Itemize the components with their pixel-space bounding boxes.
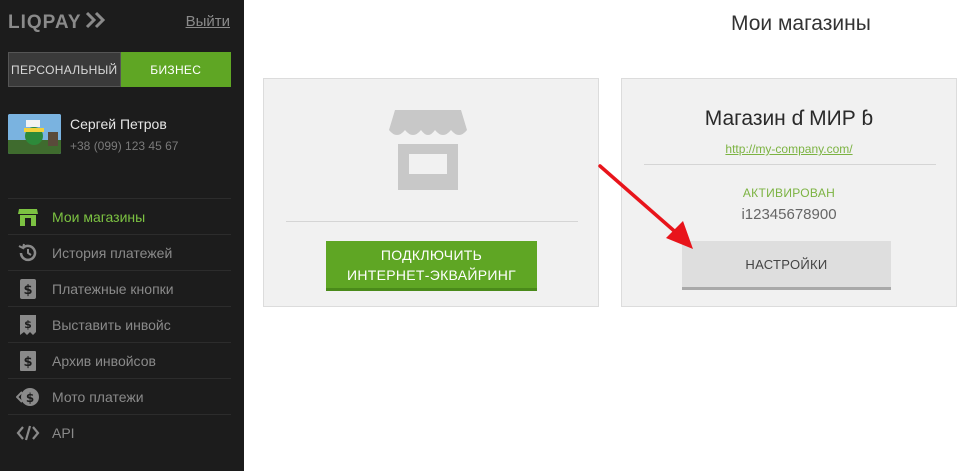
liqpay-logo[interactable]: LIQPAY [8, 11, 107, 34]
moto-payment-icon: $ [14, 385, 42, 409]
sidebar-item-payment-history[interactable]: История платежей [8, 234, 231, 270]
shop-status-badge: АКТИВИРОВАН [742, 186, 836, 200]
shop-settings-button[interactable]: НАСТРОЙКИ [682, 241, 891, 290]
card-divider [644, 164, 936, 165]
sidebar-nav: Мои магазины История платежей $ Платежны… [8, 198, 231, 450]
shop-name: Магазин ɗ МИР ɓ [704, 107, 874, 130]
sidebar-item-label: Платежные кнопки [52, 280, 174, 297]
avatar[interactable] [8, 114, 61, 154]
store-icon [14, 205, 42, 229]
store-icon [387, 106, 469, 195]
invoice-icon: $ [14, 313, 42, 337]
sidebar-item-invoice-archive[interactable]: $ Архив инвойсов [8, 342, 231, 378]
mode-business-button[interactable]: БИЗНЕС [120, 52, 231, 87]
profile-phone: +38 (099) 123 45 67 [70, 139, 179, 153]
invoice-archive-icon: $ [14, 349, 42, 373]
sidebar-item-my-stores[interactable]: Мои магазины [8, 198, 231, 234]
code-icon [14, 421, 42, 445]
sidebar-item-label: История платежей [52, 244, 173, 261]
logout-link[interactable]: Выйти [186, 13, 230, 30]
shop-card: Магазин ɗ МИР ɓ http://my-company.com/ А… [621, 78, 957, 307]
shop-url-link[interactable]: http://my-company.com/ [622, 142, 956, 156]
sidebar-item-label: Архив инвойсов [52, 352, 156, 369]
sidebar-item-create-invoice[interactable]: $ Выставить инвойс [8, 306, 231, 342]
card-divider [286, 221, 578, 222]
sidebar-item-label: Мото платежи [52, 388, 144, 405]
svg-text:$: $ [23, 355, 32, 370]
sidebar-item-label: Выставить инвойс [52, 316, 171, 333]
connect-button-line1: ПОДКЛЮЧИТЬ [380, 247, 483, 263]
svg-text:$: $ [26, 391, 34, 405]
sidebar-item-label: API [52, 424, 75, 441]
sidebar-item-moto-payments[interactable]: $ Мото платежи [8, 378, 231, 414]
page-title: Мои магазины [731, 12, 871, 35]
profile-name: Сергей Петров [70, 116, 167, 132]
sidebar: LIQPAY Выйти ПЕРСОНАЛЬНЫЙ БИЗНЕС Сергей … [0, 0, 244, 471]
user-profile: Сергей Петров +38 (099) 123 45 67 [8, 114, 178, 154]
account-mode-switch: ПЕРСОНАЛЬНЫЙ БИЗНЕС [8, 52, 231, 87]
dollar-document-icon: $ [14, 277, 42, 301]
mode-personal-button[interactable]: ПЕРСОНАЛЬНЫЙ [8, 52, 121, 87]
logo-text: LIQPAY [8, 11, 82, 33]
sidebar-item-payment-buttons[interactable]: $ Платежные кнопки [8, 270, 231, 306]
double-chevron-right-icon [85, 11, 107, 34]
sidebar-item-api[interactable]: API [8, 414, 231, 450]
connect-store-card: ПОДКЛЮЧИТЬ ИНТЕРНЕТ-ЭКВАЙРИНГ [263, 78, 599, 307]
history-icon [14, 241, 42, 265]
connect-acquiring-button[interactable]: ПОДКЛЮЧИТЬ ИНТЕРНЕТ-ЭКВАЙРИНГ [326, 241, 537, 291]
svg-text:$: $ [24, 318, 32, 331]
shop-id: i12345678900 [741, 206, 837, 223]
sidebar-item-label: Мои магазины [52, 208, 146, 225]
svg-text:$: $ [23, 283, 32, 298]
connect-button-line2: ИНТЕРНЕТ-ЭКВАЙРИНГ [346, 267, 517, 283]
